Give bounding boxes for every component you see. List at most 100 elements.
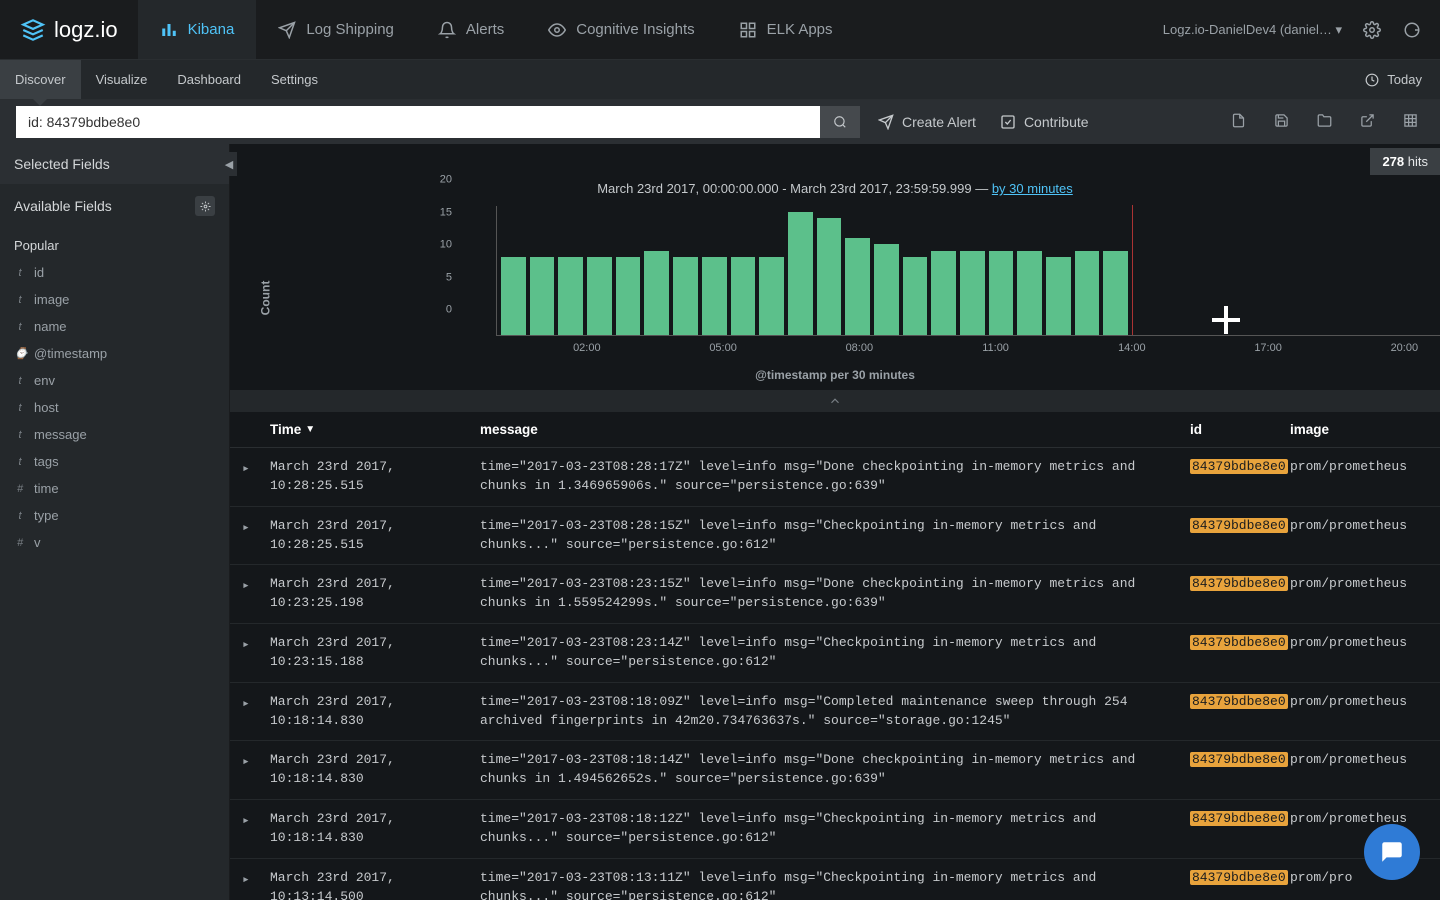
expand-row[interactable]: ▸ (242, 517, 270, 555)
search-input[interactable] (16, 106, 820, 138)
tab-elk-apps[interactable]: ELK Apps (717, 0, 855, 59)
main: 278 hits March 23rd 2017, 00:00:00.000 -… (230, 144, 1440, 900)
cell-time: March 23rd 2017, 10:18:14.830 (270, 751, 480, 789)
histogram-bar[interactable] (587, 257, 612, 335)
field-v[interactable]: #v (0, 529, 229, 556)
histogram-bar[interactable] (1075, 251, 1100, 336)
histogram-bar[interactable] (501, 257, 526, 335)
histogram-bar[interactable] (1017, 251, 1042, 336)
histogram-bar[interactable] (673, 257, 698, 335)
expand-row[interactable]: ▸ (242, 693, 270, 731)
field-name: @timestamp (34, 346, 107, 361)
col-message[interactable]: message (480, 422, 1190, 437)
expand-row[interactable]: ▸ (242, 751, 270, 789)
topnav-right: Logz.io-DanielDev4 (daniel… ▾ (1163, 20, 1440, 40)
col-time[interactable]: Time ▼ (270, 422, 480, 437)
col-id[interactable]: id (1190, 422, 1290, 437)
expand-row[interactable]: ▸ (242, 810, 270, 848)
subtab-visualize[interactable]: Visualize (81, 60, 163, 99)
share-icon[interactable] (1360, 113, 1375, 131)
histogram-bar[interactable] (989, 251, 1014, 336)
account-menu[interactable]: Logz.io-DanielDev4 (daniel… ▾ (1163, 22, 1342, 38)
cell-image: prom/prometheus (1290, 517, 1420, 555)
chat-widget[interactable] (1364, 824, 1420, 880)
account-label: Logz.io-DanielDev4 (daniel… (1163, 22, 1332, 37)
table-row: ▸March 23rd 2017, 10:28:25.515time="2017… (230, 448, 1440, 507)
available-fields-header[interactable]: Available Fields (0, 184, 229, 228)
logout-icon[interactable] (1402, 20, 1422, 40)
bars-icon (160, 21, 178, 39)
field-type-icon: t (14, 510, 26, 522)
field-message[interactable]: tmessage (0, 421, 229, 448)
histogram-bar[interactable] (903, 257, 928, 335)
field-tags[interactable]: ttags (0, 448, 229, 475)
table-row: ▸March 23rd 2017, 10:23:25.198time="2017… (230, 565, 1440, 624)
table-icon[interactable] (1403, 113, 1418, 131)
histogram-bar[interactable] (817, 218, 842, 335)
collapse-sidebar[interactable]: ◀ (221, 152, 237, 176)
cell-image: prom/prometheus (1290, 751, 1420, 789)
histogram-bar[interactable] (702, 257, 727, 335)
histogram-bar[interactable] (530, 257, 555, 335)
tab-kibana[interactable]: Kibana (138, 0, 257, 59)
chart-area[interactable]: Count 05101520 02:0005:0008:0011:0014:00… (230, 206, 1440, 390)
histogram-bar[interactable] (1103, 251, 1128, 336)
field-name[interactable]: tname (0, 313, 229, 340)
interval-link[interactable]: by 30 minutes (992, 181, 1073, 196)
cell-time: March 23rd 2017, 10:18:14.830 (270, 810, 480, 848)
histogram-bar[interactable] (788, 212, 813, 336)
gear-icon[interactable] (1362, 20, 1382, 40)
histogram-bar[interactable] (616, 257, 641, 335)
histogram-bar[interactable] (759, 257, 784, 335)
histogram-bar[interactable] (931, 251, 956, 336)
cell-id: 84379bdbe8e0 (1190, 810, 1290, 848)
sort-desc-icon: ▼ (305, 424, 315, 435)
cell-message: time="2017-03-23T08:18:12Z" level=info m… (480, 810, 1190, 848)
hits-bar: 278 hits (230, 144, 1440, 175)
histogram-bar[interactable] (874, 244, 899, 335)
field-settings-icon[interactable] (195, 196, 215, 216)
send-icon (278, 21, 296, 39)
tab-alerts[interactable]: Alerts (416, 0, 526, 59)
time-picker[interactable]: Today (1365, 72, 1440, 87)
tab-label: Kibana (188, 21, 235, 38)
cell-time: March 23rd 2017, 10:23:15.188 (270, 634, 480, 672)
x-axis-label: @timestamp per 30 minutes (280, 366, 1390, 390)
field-@timestamp[interactable]: ⌚@timestamp (0, 340, 229, 367)
field-id[interactable]: tid (0, 259, 229, 286)
histogram-bar[interactable] (960, 251, 985, 336)
histogram-bar[interactable] (558, 257, 583, 335)
create-alert-button[interactable]: Create Alert (878, 114, 976, 130)
histogram-bar[interactable] (1046, 257, 1071, 335)
field-host[interactable]: thost (0, 394, 229, 421)
tab-cognitive-insights[interactable]: Cognitive Insights (526, 0, 716, 59)
field-env[interactable]: tenv (0, 367, 229, 394)
expand-row[interactable]: ▸ (242, 575, 270, 613)
histogram-bar[interactable] (644, 251, 669, 336)
col-image[interactable]: image (1290, 422, 1420, 437)
subtab-settings[interactable]: Settings (256, 60, 333, 99)
divider-handle[interactable] (230, 390, 1440, 412)
histogram-bar[interactable] (731, 257, 756, 335)
new-icon[interactable] (1231, 113, 1246, 131)
subtab-discover[interactable]: Discover (0, 60, 81, 99)
bars-container (496, 206, 1440, 336)
field-type[interactable]: ttype (0, 502, 229, 529)
field-name: message (34, 427, 87, 442)
open-icon[interactable] (1317, 113, 1332, 131)
expand-row[interactable]: ▸ (242, 869, 270, 900)
search-button[interactable] (820, 106, 860, 138)
tab-log-shipping[interactable]: Log Shipping (256, 0, 416, 59)
selected-fields-header[interactable]: Selected Fields (0, 144, 229, 184)
histogram-bar[interactable] (845, 238, 870, 336)
field-image[interactable]: timage (0, 286, 229, 313)
subtab-dashboard[interactable]: Dashboard (162, 60, 256, 99)
field-time[interactable]: #time (0, 475, 229, 502)
save-icon[interactable] (1274, 113, 1289, 131)
expand-row[interactable]: ▸ (242, 634, 270, 672)
field-type-icon: t (14, 321, 26, 333)
contribute-button[interactable]: Contribute (1000, 114, 1089, 130)
expand-row[interactable]: ▸ (242, 458, 270, 496)
logo[interactable]: logz.io (0, 17, 138, 43)
hits-count: 278 (1382, 154, 1404, 169)
